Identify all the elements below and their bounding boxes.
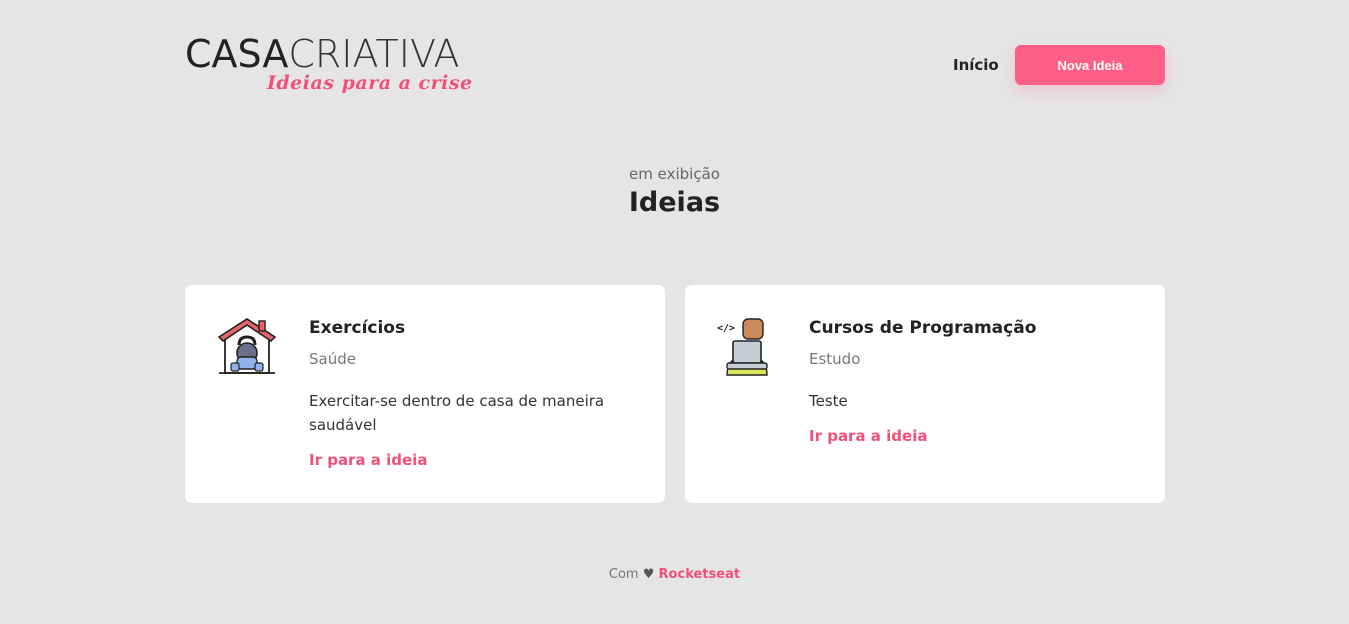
idea-card: Exercícios Saúde Exercitar-se dentro de …	[185, 285, 665, 503]
go-to-idea-link[interactable]: Ir para a ideia	[809, 427, 927, 445]
idea-category: Saúde	[309, 350, 356, 368]
logo-bold-text: CASA	[185, 32, 289, 76]
idea-card: </> Cursos de Programação Estudo Teste I…	[685, 285, 1165, 503]
page-title: Ideias	[628, 187, 721, 218]
svg-text:</>: </>	[717, 323, 735, 334]
logo[interactable]: CASACRIATIVA Ideias para a crise	[185, 34, 485, 96]
logo-wordmark: CASACRIATIVA	[185, 34, 460, 74]
footer-prefix: Com	[608, 567, 639, 582]
logo-tagline: Ideias para a crise	[267, 72, 473, 94]
logo-light-text: CRIATIVA	[288, 32, 460, 76]
programmer-icon: </>	[715, 315, 779, 379]
page: CASACRIATIVA Ideias para a crise Início …	[0, 0, 1349, 624]
idea-title: Exercícios	[309, 318, 406, 338]
rocketseat-link[interactable]: Rocketseat	[659, 567, 741, 582]
go-to-idea-link[interactable]: Ir para a ideia	[309, 451, 427, 469]
footer: Com ♥ Rocketseat	[0, 567, 1349, 582]
heart-icon: ♥	[642, 567, 655, 582]
idea-description: Exercitar-se dentro de casa de maneira s…	[309, 392, 605, 434]
nav-home-link[interactable]: Início	[953, 56, 999, 74]
idea-category: Estudo	[809, 350, 861, 368]
section-subtitle: em exibição	[629, 165, 720, 183]
idea-title: Cursos de Programação	[809, 318, 1037, 338]
idea-description: Teste	[809, 392, 848, 410]
home-workout-icon	[215, 315, 279, 379]
new-idea-button[interactable]: Nova Ideia	[1015, 45, 1165, 85]
